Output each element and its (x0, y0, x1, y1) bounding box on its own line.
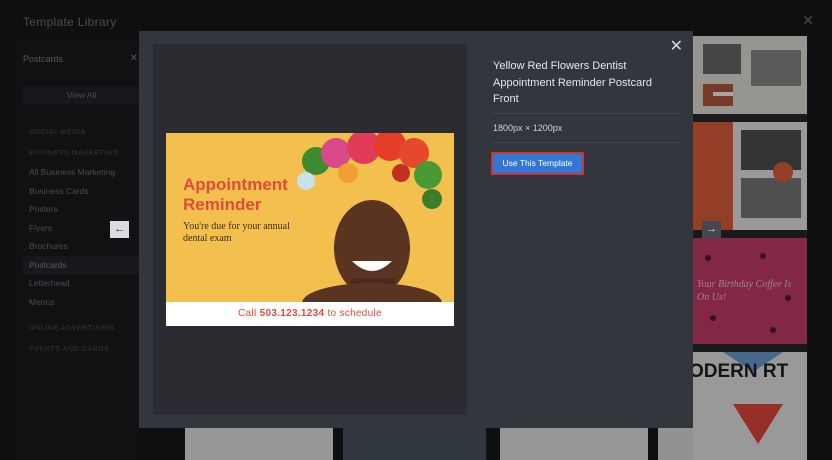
template-preview-modal: Appointment Reminder You're due for your… (139, 31, 693, 428)
divider (493, 113, 681, 114)
template-title: Yellow Red Flowers Dentist Appointment R… (493, 60, 652, 105)
postcard-cta-suffix: to schedule (324, 308, 382, 319)
postcard-cta-prefix: Call (238, 308, 260, 319)
template-size: 1800px × 1200px (493, 123, 563, 133)
divider (493, 142, 681, 143)
preview-area: Appointment Reminder You're due for your… (153, 44, 467, 415)
use-this-template-button[interactable]: Use This Template (491, 152, 584, 175)
postcard-phone: 503.123.1234 (259, 308, 325, 319)
postcard-headline: Appointment Reminder (183, 175, 288, 214)
postcard-subtext: You're due for your annual dental exam (183, 221, 290, 244)
arrow-left-icon[interactable]: ← (110, 221, 129, 238)
arrow-right-icon[interactable]: → (702, 221, 721, 238)
postcard-cta: Call 503.123.1234 to schedule (166, 302, 454, 326)
close-icon[interactable]: ✕ (670, 36, 683, 56)
postcard-preview: Appointment Reminder You're due for your… (166, 133, 454, 326)
